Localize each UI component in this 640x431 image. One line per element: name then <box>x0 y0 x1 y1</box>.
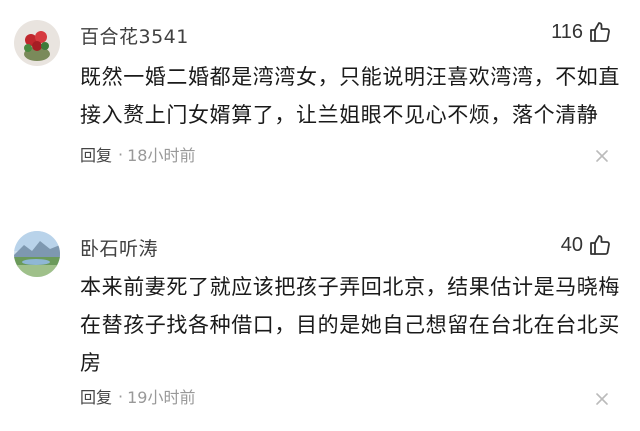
flower-avatar-icon[interactable] <box>14 20 60 66</box>
comment-meta: 回复 · 18小时前 <box>80 142 195 166</box>
reply-button[interactable]: 回复 <box>80 384 112 408</box>
comment-text: 既然一婚二婚都是湾湾女，只能说明汪喜欢湾湾，不如直接入赘上门女婿算了，让兰姐眼不… <box>80 65 620 127</box>
like-count: 40 <box>560 233 583 256</box>
like-button[interactable]: 116 <box>551 20 612 44</box>
comment-username[interactable]: 百合花3541 <box>80 22 189 49</box>
separator-dot: · <box>118 386 124 406</box>
comment-text: 本来前妻死了就应该把孩子弄回北京，结果估计是马晓梅在替孩子找各种借口，目的是她自… <box>80 275 620 375</box>
like-count: 116 <box>551 20 583 43</box>
close-icon[interactable] <box>594 148 610 164</box>
like-button[interactable]: 40 <box>561 233 612 257</box>
landscape-avatar-icon[interactable] <box>14 231 60 277</box>
comment-meta: 回复 · 19小时前 <box>80 384 195 408</box>
thumbs-up-icon[interactable] <box>588 233 612 257</box>
comment-item-2: 卧石听涛 40 本来前妻死了就应该把孩子弄回北京，结果估计是马晓梅在替孩子找各种… <box>0 212 640 431</box>
close-icon[interactable] <box>594 391 610 407</box>
comment-item-1: 百合花3541 116 既然一婚二婚都是湾湾女，只能说明汪喜欢湾湾，不如直接入赘… <box>0 0 640 196</box>
thumbs-up-icon[interactable] <box>588 20 612 44</box>
comment-time: 18小时前 <box>127 146 196 165</box>
reply-button[interactable]: 回复 <box>80 142 112 166</box>
comment-time: 19小时前 <box>127 388 196 407</box>
separator-dot: · <box>118 144 124 164</box>
comment-username[interactable]: 卧石听涛 <box>80 234 158 261</box>
